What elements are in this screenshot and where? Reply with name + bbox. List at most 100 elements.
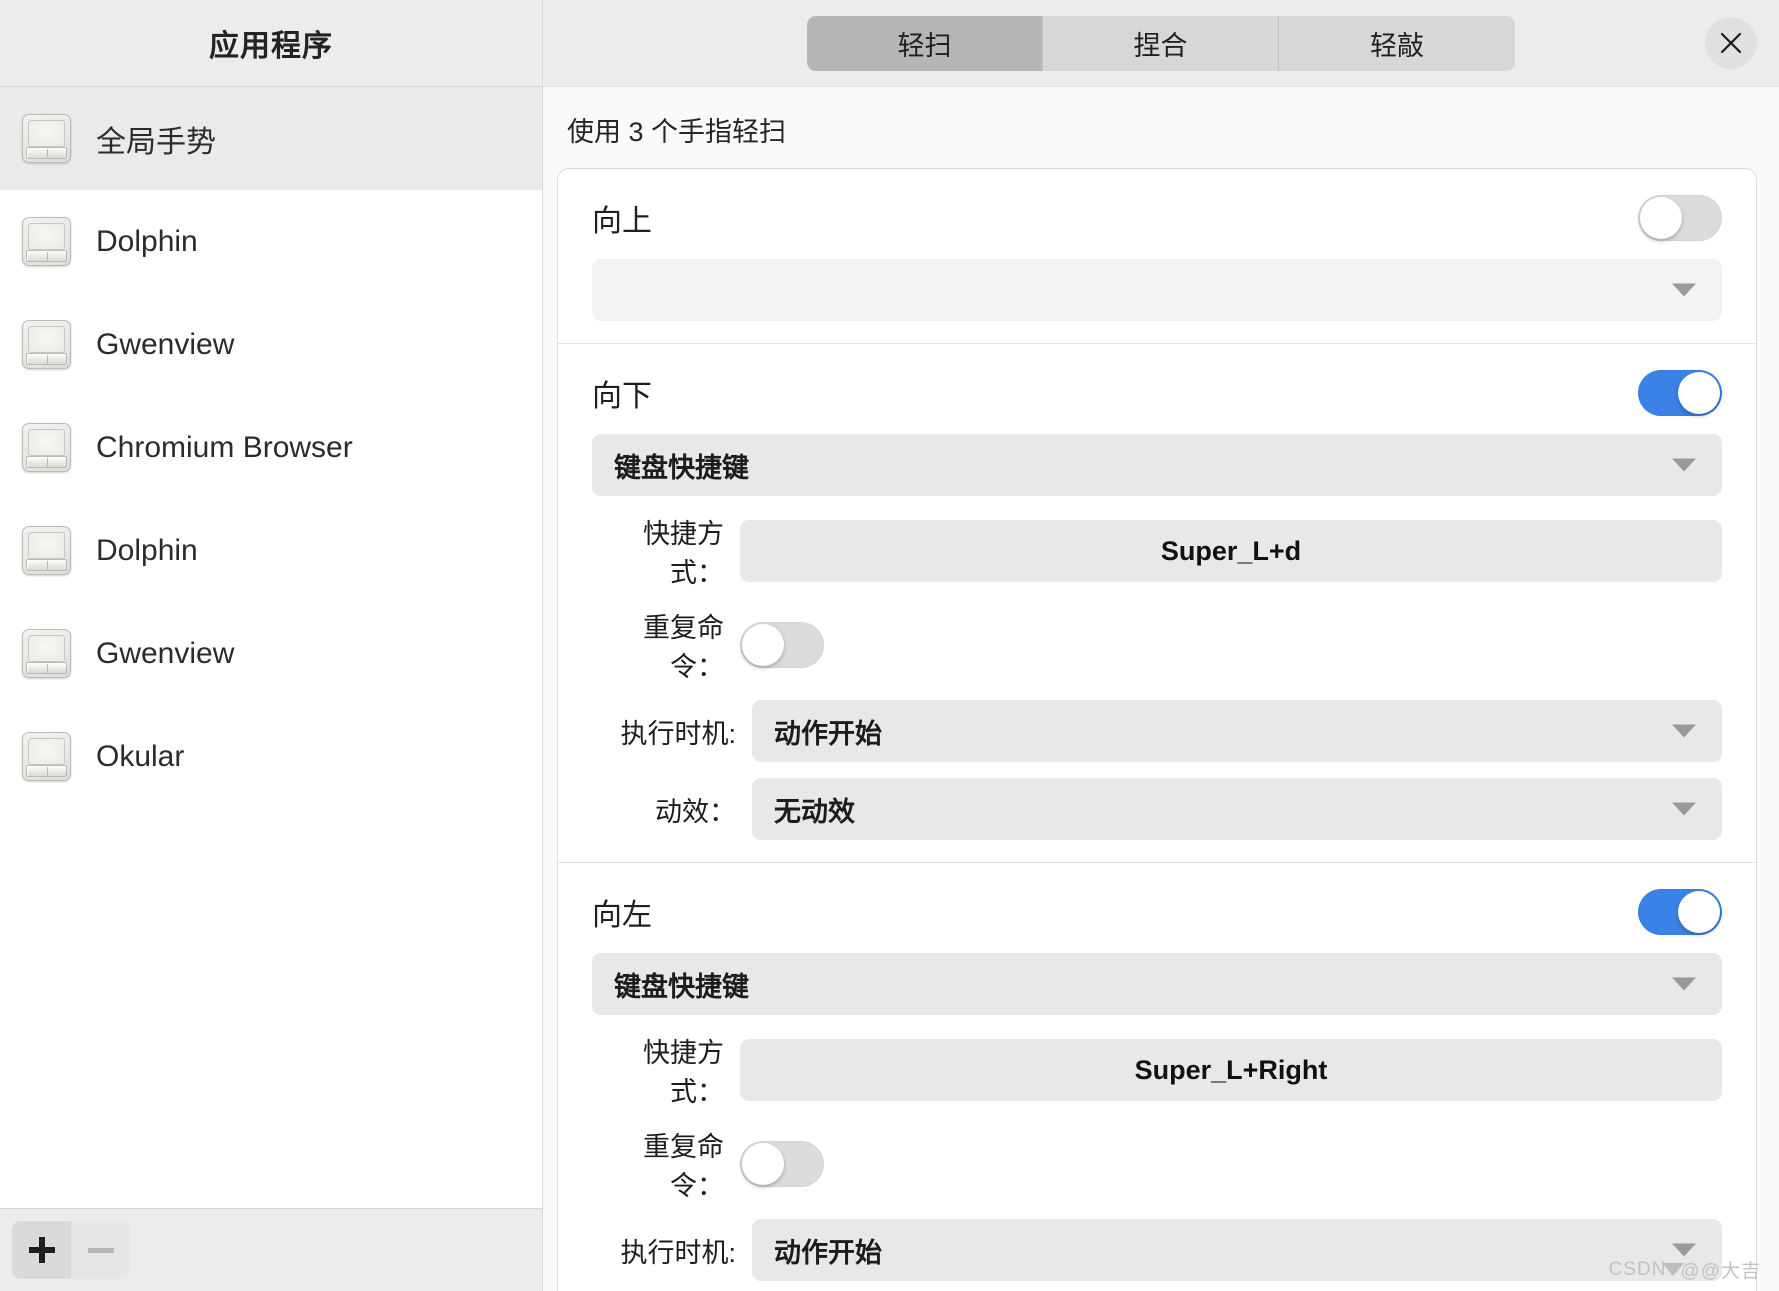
section-left-shortcut-row: 快捷方式： Super_L+Right [592, 1031, 1722, 1109]
sidebar-item-label: Dolphin [96, 533, 198, 567]
remove-application-button[interactable] [71, 1221, 130, 1279]
sidebar-header-title: 应用程序 [209, 30, 333, 63]
sidebar-item-label: Gwenview [96, 636, 235, 670]
tab-label: 轻扫 [897, 30, 952, 61]
section-down-animation-select[interactable]: 无动效 [752, 778, 1722, 840]
sidebar-item-chromium-browser[interactable]: Chromium Browser [0, 396, 542, 499]
section-down-repeat-toggle[interactable] [740, 622, 824, 668]
minus-icon [87, 1247, 114, 1253]
shortcut-label: 快捷方式： [643, 1038, 724, 1107]
section-title: 向上 [592, 205, 652, 238]
section-up: 向上 [558, 169, 1756, 344]
section-left-repeat-row: 重复命令： [592, 1125, 1722, 1203]
section-down-header: 向下 [592, 362, 1722, 424]
section-left-timing-row: 执行时机: 动作开始 [592, 1219, 1722, 1281]
section-down-shortcut-button[interactable]: Super_L+d [740, 520, 1722, 582]
tab-pinch[interactable]: 捏合 [1043, 15, 1279, 71]
chevron-down-icon [1672, 977, 1696, 991]
shortcut-field: Super_L+Right [740, 1039, 1722, 1101]
touchpad-icon [22, 114, 71, 163]
chevron-down-icon [1672, 283, 1696, 297]
timing-field: 动作开始 [752, 1219, 1722, 1281]
touchpad-icon [22, 423, 71, 472]
timing-label: 执行时机: [620, 718, 736, 749]
section-left-shortcut-button[interactable]: Super_L+Right [740, 1039, 1722, 1101]
section-title: 向下 [592, 380, 652, 413]
sidebar-item-gwenview-1[interactable]: Gwenview [0, 293, 542, 396]
page-title: 使用 3 个手指轻扫 [543, 87, 1757, 168]
add-application-button[interactable] [12, 1221, 71, 1279]
sidebar-item-label: Chromium Browser [96, 430, 353, 464]
section-down-timing-row: 执行时机: 动作开始 [592, 700, 1722, 762]
sidebar-header: 应用程序 [0, 0, 542, 87]
sidebar-item-label: Okular [96, 739, 185, 773]
chevron-down-icon [1672, 724, 1696, 738]
toggle-knob [742, 1143, 784, 1185]
toggle-knob [1678, 891, 1720, 933]
add-remove-button-group [12, 1221, 130, 1279]
sidebar-item-gwenview-2[interactable]: Gwenview [0, 602, 542, 705]
touchpad-icon [22, 320, 71, 369]
repeat-label: 重复命令： [643, 1132, 724, 1201]
touchpad-icon [22, 732, 71, 781]
gesture-type-tabs: 轻扫 捏合 轻敲 [807, 15, 1515, 71]
plus-icon [28, 1237, 55, 1263]
topbar: 轻扫 捏合 轻敲 [543, 0, 1779, 87]
page-title-text: 使用 3 个手指轻扫 [567, 117, 787, 147]
section-left-timing-select[interactable]: 动作开始 [752, 1219, 1722, 1281]
touchpad-icon [22, 629, 71, 678]
touchpad-icon [22, 526, 71, 575]
gesture-content: 使用 3 个手指轻扫 向上 向下 键盘快捷键 快捷方式： Super_L+d 重… [543, 87, 1779, 1291]
tab-swipe[interactable]: 轻扫 [807, 15, 1043, 71]
section-down-action-wrap: 键盘快捷键 [592, 434, 1722, 496]
direction-card: 向上 向下 键盘快捷键 快捷方式： Super_L+d 重复命令： 执行时机: … [557, 168, 1757, 1291]
close-button[interactable] [1705, 17, 1757, 69]
sidebar-item-dolphin-1[interactable]: Dolphin [0, 190, 542, 293]
section-down-shortcut-row: 快捷方式： Super_L+d [592, 512, 1722, 590]
animation-label: 动效： [655, 796, 736, 827]
section-left-enable-toggle[interactable] [1638, 889, 1722, 935]
sidebar-item-label: Dolphin [96, 224, 198, 258]
repeat-field [740, 1141, 1722, 1187]
sidebar-item-label: 全局手势 [96, 125, 216, 159]
section-down-enable-toggle[interactable] [1638, 370, 1722, 416]
section-down-repeat-row: 重复命令： [592, 606, 1722, 684]
section-up-enable-toggle[interactable] [1638, 195, 1722, 241]
application-list: 全局手势 Dolphin Gwenview Chromium Browser D… [0, 87, 542, 1208]
animation-value: 无动效 [774, 796, 855, 827]
close-icon [1720, 32, 1742, 54]
section-left-header: 向左 [592, 881, 1722, 943]
section-down-animation-row: 动效： 无动效 [592, 778, 1722, 840]
shortcut-label: 快捷方式： [643, 519, 724, 588]
sidebar-item-global-gestures[interactable]: 全局手势 [0, 87, 542, 190]
sidebar-footer [0, 1208, 542, 1291]
timing-label: 执行时机: [620, 1237, 736, 1268]
tab-tap[interactable]: 轻敲 [1279, 15, 1515, 71]
gesture-settings-window: 应用程序 全局手势 Dolphin Gwenview Chromium Brow… [0, 0, 1779, 1291]
section-down: 向下 键盘快捷键 快捷方式： Super_L+d 重复命令： 执行时机: 动作开… [558, 344, 1756, 863]
section-left-repeat-toggle[interactable] [740, 1141, 824, 1187]
section-left-action-select[interactable]: 键盘快捷键 [592, 953, 1722, 1015]
animation-field: 无动效 [752, 778, 1722, 840]
toggle-knob [1678, 372, 1720, 414]
section-down-action-value: 键盘快捷键 [614, 452, 749, 483]
section-left: 向左 键盘快捷键 快捷方式： Super_L+Right 重复命令： 执行时机:… [558, 863, 1756, 1291]
sidebar-item-okular[interactable]: Okular [0, 705, 542, 808]
repeat-field [740, 622, 1722, 668]
chevron-down-icon [1672, 802, 1696, 816]
section-title: 向左 [592, 899, 652, 932]
chevron-down-icon [1672, 1243, 1696, 1257]
tab-label: 轻敲 [1370, 30, 1424, 61]
section-down-action-select[interactable]: 键盘快捷键 [592, 434, 1722, 496]
tab-label: 捏合 [1133, 30, 1188, 61]
sidebar-item-label: Gwenview [96, 327, 235, 361]
shortcut-field: Super_L+d [740, 520, 1722, 582]
sidebar: 应用程序 全局手势 Dolphin Gwenview Chromium Brow… [0, 0, 543, 1291]
timing-value: 动作开始 [774, 1237, 882, 1268]
section-down-timing-select[interactable]: 动作开始 [752, 700, 1722, 762]
main-pane: 轻扫 捏合 轻敲 使用 3 个手指轻扫 向上 向下 键盘快捷键 快捷方式： Su… [543, 0, 1779, 1291]
chevron-down-icon [1672, 458, 1696, 472]
section-up-action-select[interactable] [592, 259, 1722, 321]
sidebar-item-dolphin-2[interactable]: Dolphin [0, 499, 542, 602]
shortcut-value: Super_L+Right [1134, 1054, 1328, 1085]
